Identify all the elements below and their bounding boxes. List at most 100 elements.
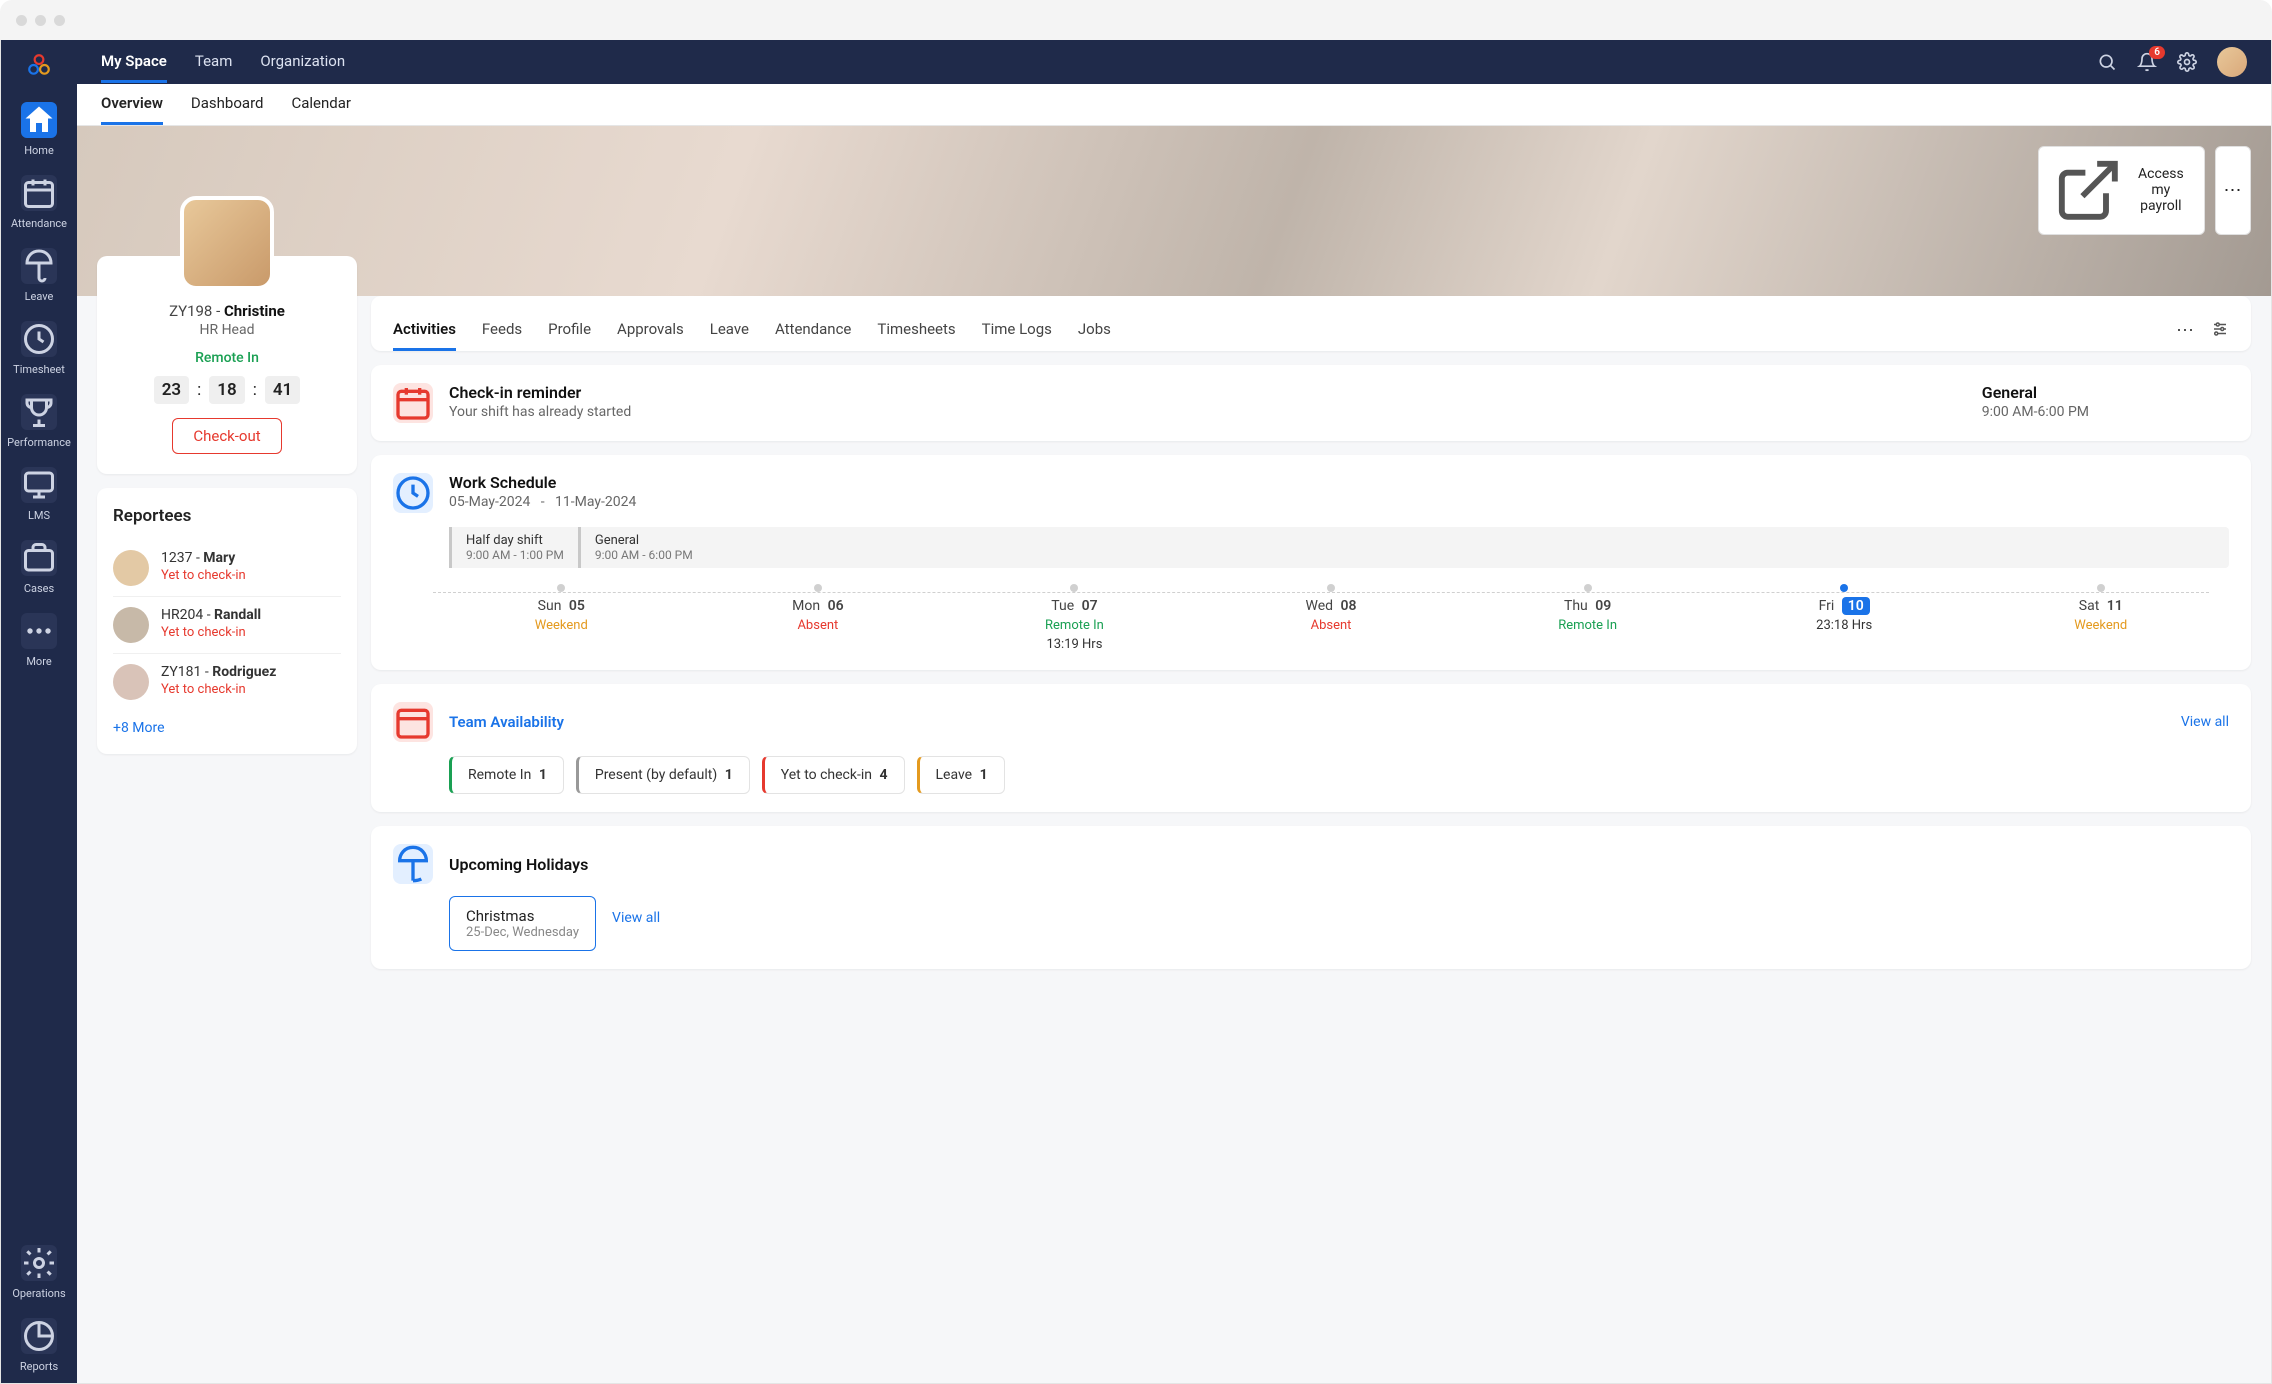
availability-chip[interactable]: Yet to check-in 4 xyxy=(762,756,905,794)
reportee-id-name: ZY181 - Rodriguez xyxy=(161,664,276,680)
sidebar-label: Operations xyxy=(12,1287,65,1300)
schedule-day[interactable]: Mon 06 Absent xyxy=(690,584,947,652)
activity-tab-activities[interactable]: Activities xyxy=(393,310,456,351)
schedule-day[interactable]: Sun 05 Weekend xyxy=(433,584,690,652)
sidebar-label: Performance xyxy=(7,436,71,449)
date-to: 11-May-2024 xyxy=(555,494,636,510)
sidebar-item-cases[interactable]: Cases xyxy=(5,532,73,605)
holiday-item[interactable]: Christmas 25-Dec, Wednesday xyxy=(449,896,596,951)
user-avatar[interactable] xyxy=(2217,47,2247,77)
subnav-tab-overview[interactable]: Overview xyxy=(101,84,163,125)
schedule-day[interactable]: Tue 07 Remote In 13:19 Hrs xyxy=(946,584,1203,652)
day-dot xyxy=(814,584,822,592)
profile-status: Remote In xyxy=(117,350,337,366)
sidebar-label: Attendance xyxy=(11,217,67,230)
sidebar-item-home[interactable]: Home xyxy=(5,94,73,167)
reportee-item[interactable]: 1237 - Mary Yet to check-in xyxy=(113,540,341,596)
holidays-view-all[interactable]: View all xyxy=(612,910,660,926)
availability-chip[interactable]: Present (by default) 1 xyxy=(576,756,750,794)
tabs-overflow-icon[interactable]: ⋯ xyxy=(2176,320,2195,341)
activity-tab-profile[interactable]: Profile xyxy=(548,310,591,351)
topnav-tab-team[interactable]: Team xyxy=(195,42,233,83)
checkin-title: Check-in reminder xyxy=(449,383,631,402)
sidebar-label: Leave xyxy=(25,290,54,303)
app-logo[interactable] xyxy=(26,52,52,78)
sub-nav: Overview Dashboard Calendar xyxy=(77,84,2271,126)
traffic-light-dot xyxy=(54,15,65,26)
holiday-date: 25-Dec, Wednesday xyxy=(466,925,579,940)
schedule-day[interactable]: Sat 11 Weekend xyxy=(1972,584,2229,652)
search-icon[interactable] xyxy=(2097,52,2117,72)
availability-chip[interactable]: Remote In 1 xyxy=(449,756,564,794)
profile-id-line: ZY198 - Christine xyxy=(117,302,337,320)
activity-tab-feeds[interactable]: Feeds xyxy=(482,310,522,351)
schedule-title: Work Schedule xyxy=(449,473,636,492)
sidebar-label: More xyxy=(26,655,51,668)
topnav-tab-my-space[interactable]: My Space xyxy=(101,42,167,83)
team-availability-view-all[interactable]: View all xyxy=(2181,714,2229,730)
browser-chrome xyxy=(0,0,2272,40)
sidebar-item-leave[interactable]: Leave xyxy=(5,240,73,313)
notifications-icon[interactable]: 6 xyxy=(2137,52,2157,72)
day-header: Mon 06 xyxy=(690,598,947,614)
availability-chips: Remote In 1 Present (by default) 1 Yet to … xyxy=(449,756,2229,794)
filters-icon[interactable] xyxy=(2211,320,2229,342)
sidebar-label: Timesheet xyxy=(13,363,65,376)
reportee-id-name: HR204 - Randall xyxy=(161,607,261,623)
activity-tab-jobs[interactable]: Jobs xyxy=(1078,310,1111,351)
sidebar-item-performance[interactable]: Performance xyxy=(5,386,73,459)
sidebar-item-timesheet[interactable]: Timesheet xyxy=(5,313,73,386)
notification-badge: 6 xyxy=(2149,46,2165,59)
reportee-status: Yet to check-in xyxy=(161,568,246,583)
reportee-item[interactable]: ZY181 - Rodriguez Yet to check-in xyxy=(113,653,341,710)
team-icon xyxy=(393,702,433,742)
trophy-icon xyxy=(21,394,57,430)
briefcase-icon xyxy=(21,540,57,576)
day-header: Sun 05 xyxy=(433,598,690,614)
sidebar-item-more[interactable]: More xyxy=(5,605,73,678)
day-status: Absent xyxy=(690,618,947,633)
schedule-day[interactable]: Thu 09 Remote In xyxy=(1459,584,1716,652)
topnav-tab-organization[interactable]: Organization xyxy=(260,42,345,83)
day-header: Fri 10 xyxy=(1716,598,1973,614)
reportee-item[interactable]: HR204 - Randall Yet to check-in xyxy=(113,596,341,653)
activity-tab-approvals[interactable]: Approvals xyxy=(617,310,684,351)
chart-icon xyxy=(21,1318,57,1354)
monitor-icon xyxy=(21,467,57,503)
home-icon xyxy=(21,102,57,138)
sidebar-item-lms[interactable]: LMS xyxy=(5,459,73,532)
day-hours: 13:19 Hrs xyxy=(946,637,1203,652)
sidebar-item-attendance[interactable]: Attendance xyxy=(5,167,73,240)
schedule-icon xyxy=(393,473,433,513)
activity-tab-attendance[interactable]: Attendance xyxy=(775,310,851,351)
holiday-name: Christmas xyxy=(466,907,579,925)
day-header: Wed 08 xyxy=(1203,598,1460,614)
checkout-button[interactable]: Check-out xyxy=(172,418,281,454)
team-availability-title[interactable]: Team Availability xyxy=(449,713,564,731)
checkin-reminder-card: Check-in reminder Your shift has already… xyxy=(371,365,2251,441)
schedule-date-range: 05-May-2024 - 11-May-2024 xyxy=(449,494,636,510)
subnav-tab-dashboard[interactable]: Dashboard xyxy=(191,84,264,125)
day-dot xyxy=(557,584,565,592)
profile-avatar xyxy=(180,196,274,290)
team-availability-card: Team Availability View all Remote In 1 Pr… xyxy=(371,684,2251,812)
day-dot xyxy=(1070,584,1078,592)
sidebar-item-operations[interactable]: Operations xyxy=(5,1237,73,1310)
reportee-status: Yet to check-in xyxy=(161,625,261,640)
reportees-more-link[interactable]: +8 More xyxy=(113,720,165,736)
activity-tab-timesheets[interactable]: Timesheets xyxy=(877,310,955,351)
activity-tab-leave[interactable]: Leave xyxy=(710,310,749,351)
shift-segment: Half day shift9:00 AM - 1:00 PM xyxy=(449,527,578,568)
day-status: 23:18 Hrs xyxy=(1716,618,1973,633)
sidebar-label: LMS xyxy=(28,509,50,522)
sidebar-item-reports[interactable]: Reports xyxy=(5,1310,73,1383)
settings-icon[interactable] xyxy=(2177,52,2197,72)
schedule-day[interactable]: Fri 10 23:18 Hrs xyxy=(1716,584,1973,652)
subnav-tab-calendar[interactable]: Calendar xyxy=(291,84,351,125)
schedule-day[interactable]: Wed 08 Absent xyxy=(1203,584,1460,652)
day-dot xyxy=(1327,584,1335,592)
availability-chip[interactable]: Leave 1 xyxy=(917,756,1005,794)
app-frame: Home Attendance Leave Timesheet Performa… xyxy=(0,40,2272,1384)
activity-tab-time-logs[interactable]: Time Logs xyxy=(982,310,1052,351)
sidebar-label: Cases xyxy=(24,582,54,595)
